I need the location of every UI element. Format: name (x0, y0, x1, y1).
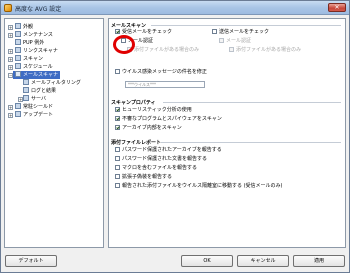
section-scan-properties: スキャンプロパティ (111, 100, 156, 106)
folder-icon (15, 47, 21, 53)
report-protected-archives-option[interactable]: パスワード保護されたアーカイブを報告する (115, 147, 222, 154)
close-button[interactable]: ✕ (328, 3, 346, 12)
tree-item-mail-filtering[interactable]: メールフィルタリング (23, 79, 81, 87)
folder-icon (15, 31, 21, 37)
tree-item-email-scanner[interactable]: メールスキャナ (13, 71, 61, 79)
heuristics-option[interactable]: ヒューリスティック分析の使用 (115, 107, 192, 114)
tree-item-resident-shield[interactable]: 常駐シールド (15, 103, 53, 111)
tree-item-link-scanner[interactable]: リンクスキャナ (15, 47, 58, 55)
cancel-button[interactable]: キャンセル (237, 255, 289, 267)
section-divider (163, 102, 341, 103)
log-icon (23, 87, 29, 93)
default-button[interactable]: デフォルト (5, 255, 57, 267)
ok-button[interactable]: OK (181, 255, 233, 267)
report-hidden-extensions-checkbox[interactable] (115, 174, 120, 179)
modify-subject-checkbox[interactable] (115, 69, 120, 74)
folder-icon (15, 39, 21, 45)
tree-item-maintenance[interactable]: メンテナンス (15, 31, 53, 39)
attach-only-out-checkbox[interactable] (229, 47, 234, 52)
archive-scan-checkbox[interactable] (115, 125, 120, 130)
report-macros-checkbox[interactable] (115, 165, 120, 170)
apply-button[interactable]: 適用 (293, 255, 345, 267)
report-protected-documents-option[interactable]: パスワード保護された文書を報告する (115, 156, 207, 163)
section-divider (151, 25, 341, 26)
expand-icon[interactable]: + (8, 105, 13, 110)
settings-window: 高度な AVG 設定 ✕ + 外観 + メンテナンス PUP 例外 + リンクス… (0, 0, 350, 273)
expand-icon[interactable]: + (8, 57, 13, 62)
mail-icon (15, 71, 21, 77)
pup-scan-option[interactable]: 不審なプログラムとスパイウェアをスキャン (115, 116, 222, 123)
tree-item-update[interactable]: アップデート (15, 111, 53, 119)
window-title: 高度な AVG 設定 (15, 6, 62, 13)
expand-icon[interactable]: + (8, 33, 13, 38)
subject-text-input[interactable]: ***ウイルス*** (125, 81, 205, 88)
section-divider (161, 142, 341, 143)
move-to-vault-checkbox[interactable] (115, 183, 120, 188)
check-incoming-checkbox[interactable] (115, 29, 120, 34)
report-protected-archives-checkbox[interactable] (115, 147, 120, 152)
highlight-circle (113, 35, 135, 54)
check-outgoing-checkbox[interactable] (212, 29, 217, 34)
move-to-vault-option[interactable]: 報告された添付ファイルをウイルス隔離室に移動する (受信メールのみ) (115, 183, 283, 190)
mail-certify-out-checkbox[interactable] (219, 38, 224, 43)
settings-tree: + 外観 + メンテナンス PUP 例外 + リンクスキャナ + スキャン + … (4, 18, 104, 248)
archive-scan-option[interactable]: アーカイブ内部をスキャン (115, 125, 182, 132)
tree-item-servers[interactable]: サーバ (23, 95, 46, 103)
pup-scan-checkbox[interactable] (115, 116, 120, 121)
check-outgoing-option[interactable]: 送信メールをチェック (212, 29, 269, 36)
shield-icon (15, 103, 21, 109)
expand-icon[interactable]: + (8, 49, 13, 54)
update-icon (15, 111, 21, 117)
section-attachment-report: 添付ファイルレポート (111, 140, 162, 146)
folder-icon (15, 55, 21, 61)
tree-item-scan[interactable]: スキャン (15, 55, 43, 63)
title-bar: 高度な AVG 設定 ✕ (1, 1, 349, 15)
server-icon (23, 95, 29, 101)
folder-icon (15, 23, 21, 29)
filter-icon (23, 79, 29, 85)
tree-item-pup-exceptions[interactable]: PUP 例外 (15, 39, 44, 47)
tree-item-logs-results[interactable]: ログと結果 (23, 87, 56, 95)
expand-icon[interactable]: + (8, 113, 13, 118)
heuristics-checkbox[interactable] (115, 107, 120, 112)
report-hidden-extensions-option[interactable]: 拡張子偽装を報告する (115, 174, 172, 181)
tree-item-schedule[interactable]: スケジュール (15, 63, 53, 71)
report-macros-option[interactable]: マクロを含むファイルを報告する (115, 165, 197, 172)
expand-icon[interactable]: + (8, 25, 13, 30)
mail-certify-out-option[interactable]: メール認証 (219, 38, 251, 45)
tree-item-appearance[interactable]: 外観 (15, 23, 33, 31)
section-mail-scan: メールスキャン (111, 23, 147, 29)
report-protected-documents-checkbox[interactable] (115, 156, 120, 161)
avg-logo-icon (4, 4, 12, 12)
attach-only-in-option[interactable]: 添付ファイルがある場合のみ (127, 47, 199, 54)
attach-only-out-option[interactable]: 添付ファイルがある場合のみ (229, 47, 301, 54)
folder-icon (15, 63, 21, 69)
modify-subject-option[interactable]: ウイルス感染メッセージの件名を修正 (115, 69, 207, 76)
expand-icon[interactable]: + (8, 65, 13, 70)
